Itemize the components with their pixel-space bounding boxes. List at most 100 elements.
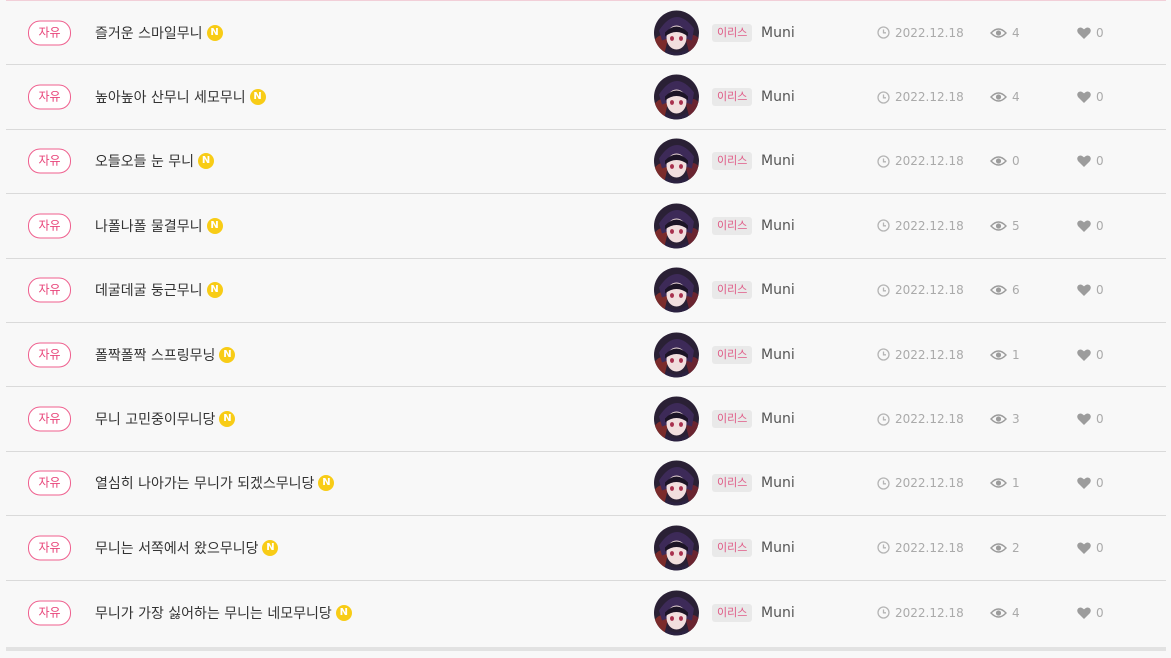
eye-icon	[990, 478, 1007, 489]
likes-text: 0	[1096, 540, 1104, 555]
post-title-link[interactable]: 오들오들 눈 무니 N	[95, 151, 215, 171]
post-title-link[interactable]: 열심히 나아가는 무니가 되겠스무니당 N	[95, 473, 335, 493]
author-avatar[interactable]	[654, 396, 699, 442]
author-name[interactable]: Muni	[761, 540, 795, 556]
category-tag[interactable]: 자유	[28, 342, 71, 368]
category-tag[interactable]: 자유	[28, 148, 71, 174]
post-row[interactable]: 자유 오들오들 눈 무니 N 이리스 Muni 2022.12.18 0 0	[6, 130, 1166, 195]
server-badge: 이리스	[712, 410, 753, 429]
author-avatar[interactable]	[654, 138, 699, 184]
author-name[interactable]: Muni	[761, 153, 795, 169]
clock-icon	[877, 155, 890, 168]
likes-text: 0	[1096, 154, 1104, 169]
post-title-link[interactable]: 데굴데굴 둥근무니 N	[95, 280, 223, 300]
author-name[interactable]: Muni	[761, 347, 795, 363]
post-title[interactable]: 열심히 나아가는 무니가 되겠스무니당	[95, 473, 314, 493]
post-title-link[interactable]: 즐거운 스마일무니 N	[95, 23, 223, 43]
post-title[interactable]: 나폴나폴 물결무니	[95, 216, 203, 236]
author-name[interactable]: Muni	[761, 282, 795, 298]
post-title[interactable]: 폴짝폴짝 스프링무닝	[95, 345, 215, 365]
new-badge-icon: N	[206, 217, 223, 234]
views-text: 0	[1012, 154, 1020, 169]
post-date: 2022.12.18	[877, 154, 964, 168]
category-tag[interactable]: 자유	[28, 20, 71, 46]
post-title[interactable]: 즐거운 스마일무니	[95, 23, 203, 43]
post-row[interactable]: 자유 무니가 가장 싫어하는 무니는 네모무니당 N 이리스 Muni 2022…	[6, 581, 1166, 645]
new-badge-icon: N	[198, 153, 215, 170]
like-count: 0	[1077, 412, 1104, 426]
likes-text: 0	[1096, 605, 1104, 620]
author-avatar[interactable]	[654, 267, 699, 313]
author-avatar[interactable]	[654, 332, 699, 378]
view-count: 1	[990, 348, 1020, 362]
post-row[interactable]: 자유 높아높아 산무니 세모무니 N 이리스 Muni 2022.12.18 4…	[6, 65, 1166, 130]
post-row[interactable]: 자유 무니 고민중이무니당 N 이리스 Muni 2022.12.18 3 0	[6, 387, 1166, 452]
post-title-link[interactable]: 높아높아 산무니 세모무니 N	[95, 87, 266, 107]
post-row[interactable]: 자유 나폴나폴 물결무니 N 이리스 Muni 2022.12.18 5 0	[6, 194, 1166, 259]
heart-icon	[1077, 477, 1091, 490]
post-title-link[interactable]: 나폴나폴 물결무니 N	[95, 216, 223, 236]
post-title[interactable]: 무니가 가장 싫어하는 무니는 네모무니당	[95, 603, 332, 623]
author-name[interactable]: Muni	[761, 605, 795, 621]
likes-text: 0	[1096, 283, 1104, 298]
author-avatar[interactable]	[654, 10, 699, 56]
category-tag[interactable]: 자유	[28, 600, 71, 626]
post-title[interactable]: 데굴데굴 둥근무니	[95, 280, 203, 300]
post-title[interactable]: 오들오들 눈 무니	[95, 151, 194, 171]
views-text: 3	[1012, 412, 1020, 427]
post-row[interactable]: 자유 무니는 서쪽에서 왔으무니당 N 이리스 Muni 2022.12.18 …	[6, 516, 1166, 581]
clock-icon	[877, 541, 890, 554]
eye-icon	[990, 349, 1007, 360]
author-name[interactable]: Muni	[761, 475, 795, 491]
clock-icon	[877, 348, 890, 361]
author-name[interactable]: Muni	[761, 411, 795, 427]
date-text: 2022.12.18	[895, 218, 964, 233]
author-avatar[interactable]	[654, 460, 699, 506]
like-count: 0	[1077, 219, 1104, 233]
heart-icon	[1077, 155, 1091, 168]
post-title[interactable]: 무니는 서쪽에서 왔으무니당	[95, 538, 258, 558]
date-text: 2022.12.18	[895, 412, 964, 427]
post-title-link[interactable]: 폴짝폴짝 스프링무닝 N	[95, 345, 236, 365]
like-count: 0	[1077, 283, 1104, 297]
heart-icon	[1077, 413, 1091, 426]
like-count: 0	[1077, 26, 1104, 40]
post-row[interactable]: 자유 즐거운 스마일무니 N 이리스 Muni 2022.12.18 4 0	[6, 1, 1166, 66]
post-date: 2022.12.18	[877, 219, 964, 233]
clock-icon	[877, 606, 890, 619]
view-count: 0	[990, 154, 1020, 168]
author-name[interactable]: Muni	[761, 218, 795, 234]
author-avatar[interactable]	[654, 203, 699, 249]
views-text: 1	[1012, 476, 1020, 491]
like-count: 0	[1077, 606, 1104, 620]
category-tag[interactable]: 자유	[28, 470, 71, 496]
category-tag[interactable]: 자유	[28, 213, 71, 239]
category-tag[interactable]: 자유	[28, 406, 71, 432]
post-date: 2022.12.18	[877, 541, 964, 555]
post-title-link[interactable]: 무니 고민중이무니당 N	[95, 409, 236, 429]
new-badge-icon: N	[219, 346, 236, 363]
post-title[interactable]: 무니 고민중이무니당	[95, 409, 215, 429]
post-title[interactable]: 높아높아 산무니 세모무니	[95, 87, 246, 107]
author-name[interactable]: Muni	[761, 89, 795, 105]
category-tag[interactable]: 자유	[28, 277, 71, 303]
author-avatar[interactable]	[654, 74, 699, 120]
author-name[interactable]: Muni	[761, 25, 795, 41]
post-row[interactable]: 자유 열심히 나아가는 무니가 되겠스무니당 N 이리스 Muni 2022.1…	[6, 452, 1166, 517]
category-tag[interactable]: 자유	[28, 535, 71, 561]
category-tag[interactable]: 자유	[28, 84, 71, 110]
post-row[interactable]: 자유 폴짝폴짝 스프링무닝 N 이리스 Muni 2022.12.18 1 0	[6, 323, 1166, 388]
author-avatar[interactable]	[654, 590, 699, 636]
likes-text: 0	[1096, 412, 1104, 427]
post-title-link[interactable]: 무니는 서쪽에서 왔으무니당 N	[95, 538, 279, 558]
author-avatar[interactable]	[654, 525, 699, 571]
likes-text: 0	[1096, 476, 1104, 491]
date-text: 2022.12.18	[895, 283, 964, 298]
heart-icon	[1077, 220, 1091, 232]
view-count: 6	[990, 283, 1020, 297]
new-badge-icon: N	[206, 24, 223, 41]
post-row[interactable]: 자유 데굴데굴 둥근무니 N 이리스 Muni 2022.12.18 6 0	[6, 259, 1166, 323]
view-count: 3	[990, 412, 1020, 426]
views-text: 4	[1012, 90, 1020, 105]
post-title-link[interactable]: 무니가 가장 싫어하는 무니는 네모무니당 N	[95, 603, 352, 623]
